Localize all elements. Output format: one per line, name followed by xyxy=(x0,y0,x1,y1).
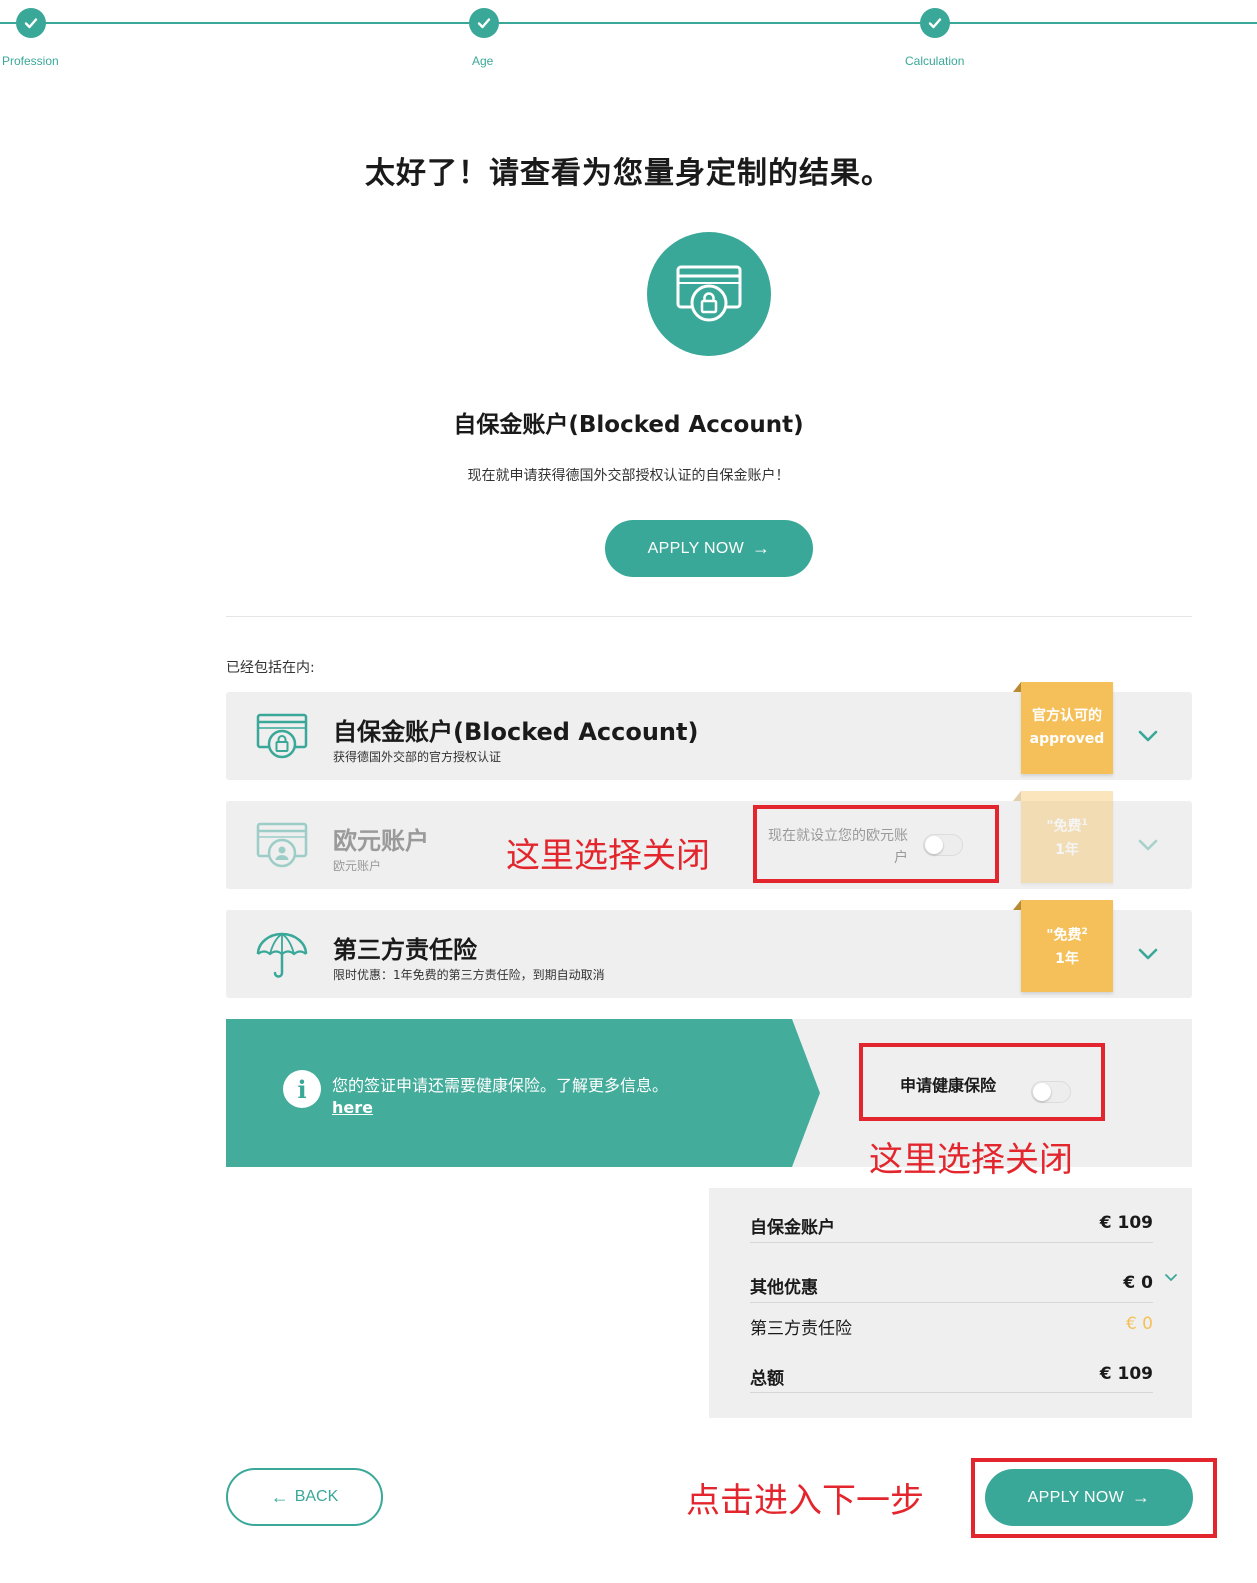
card-subtitle: 获得德国外交部的官方授权认证 xyxy=(333,750,502,764)
badge-line1: 官方认可的 xyxy=(1032,708,1102,724)
annotation-highlight-box xyxy=(971,1458,1217,1538)
card-title: 欧元账户 xyxy=(333,827,429,855)
annotation-euro-toggle: 这里选择关闭 xyxy=(506,836,710,876)
product-title: 自保金账户(Blocked Account) xyxy=(453,412,804,438)
approved-badge: 官方认可的 approved xyxy=(1013,682,1113,774)
summary-divider xyxy=(750,1242,1153,1243)
chevron-down-icon[interactable] xyxy=(1136,942,1160,966)
chevron-down-icon[interactable] xyxy=(1164,1270,1178,1284)
summary-label: 其他优惠 xyxy=(750,1278,818,1298)
summary-label: 自保金账户 xyxy=(750,1218,835,1238)
step-label-calculation: Calculation xyxy=(905,54,965,68)
section-divider xyxy=(226,616,1192,617)
chevron-down-icon[interactable] xyxy=(1136,724,1160,748)
annotation-health-toggle: 这里选择关闭 xyxy=(869,1140,1073,1180)
info-icon: i xyxy=(283,1070,321,1108)
arrow-right-icon: → xyxy=(752,538,771,558)
step-label-profession: Profession xyxy=(2,54,59,68)
product-description: 现在就申请获得德国外交部授权认证的自保金账户！ xyxy=(467,468,790,484)
annotation-highlight-box xyxy=(753,805,999,883)
apply-now-label: APPLY NOW xyxy=(647,539,745,557)
summary-value: € 109 xyxy=(1099,1364,1153,1384)
euro-account-icon xyxy=(256,821,308,871)
badge-line1: "免费 xyxy=(1046,927,1082,944)
card-subtitle: 限时优惠：1年免费的第三方责任险，到期自动取消 xyxy=(333,968,605,982)
badge-line2: 1年 xyxy=(1055,841,1079,858)
summary-value: € 0 xyxy=(1125,1314,1153,1334)
free-badge: "免费2 1年 xyxy=(1013,900,1113,992)
back-button[interactable]: ← BACK xyxy=(226,1468,383,1526)
footnote-marker: 2 xyxy=(1081,927,1088,938)
step-label-age: Age xyxy=(472,54,494,68)
blocked-account-icon xyxy=(256,712,308,762)
summary-value: € 109 xyxy=(1099,1213,1153,1233)
banner-text: 您的签证申请还需要健康保险。了解更多信息。 xyxy=(332,1076,669,1095)
price-summary: 自保金账户 € 109 其他优惠 € 0 第三方责任险 € 0 总额 € 109 xyxy=(709,1188,1192,1418)
step-check-icon xyxy=(469,8,499,38)
summary-divider xyxy=(750,1302,1153,1303)
annotation-highlight-box xyxy=(859,1043,1105,1121)
umbrella-icon xyxy=(256,930,308,980)
summary-label: 总额 xyxy=(750,1369,784,1389)
annotation-next-step: 点击进入下一步 xyxy=(686,1481,924,1521)
step-check-icon xyxy=(16,8,46,38)
back-label: BACK xyxy=(294,1488,339,1505)
blocked-account-card-lock-icon xyxy=(647,232,771,356)
summary-label: 第三方责任险 xyxy=(750,1319,852,1339)
chevron-down-icon[interactable] xyxy=(1136,833,1160,857)
card-title: 第三方责任险 xyxy=(333,936,477,964)
free-badge: "免费1 1年 xyxy=(1013,791,1113,883)
included-label: 已经包括在内: xyxy=(226,660,315,676)
summary-divider xyxy=(750,1392,1153,1393)
apply-now-button-top[interactable]: APPLY NOW → xyxy=(605,520,813,577)
card-title: 自保金账户(Blocked Account) xyxy=(333,718,699,746)
learn-more-link[interactable]: here xyxy=(332,1098,373,1117)
footnote-marker: 1 xyxy=(1081,818,1088,829)
arrow-left-icon: ← xyxy=(270,1486,289,1507)
stepper-track xyxy=(0,22,1257,24)
page-title: 太好了！请查看为您量身定制的结果。 xyxy=(365,156,892,191)
step-check-icon xyxy=(920,8,950,38)
badge-line2: approved xyxy=(1029,731,1105,747)
badge-line2: 1年 xyxy=(1055,950,1079,967)
summary-value: € 0 xyxy=(1123,1273,1153,1293)
badge-line1: "免费 xyxy=(1046,818,1082,835)
card-subtitle: 欧元账户 xyxy=(333,859,382,873)
